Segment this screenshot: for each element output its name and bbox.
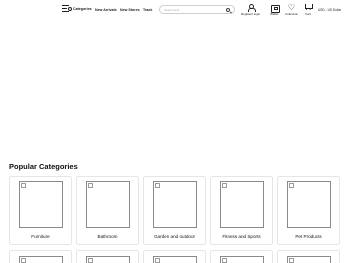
category-image (220, 181, 264, 228)
currency-selector[interactable]: USD - US Dollar (318, 8, 341, 12)
nav-track[interactable]: Track (143, 8, 152, 12)
category-image (287, 256, 331, 263)
cart-label: Cart (305, 12, 311, 16)
category-image (287, 181, 331, 228)
category-image (19, 181, 63, 228)
category-card-garden[interactable]: Garden and outdoor (143, 176, 206, 245)
category-image (153, 256, 197, 263)
cart-link[interactable]: Cart (304, 3, 313, 16)
popular-categories-title: Popular Categories (9, 162, 78, 171)
category-card-pet-products[interactable]: Pet Products (277, 176, 340, 245)
wallet-icon (270, 3, 280, 13)
category-card-fitness[interactable]: Fitness and Sports (210, 176, 273, 245)
category-image (19, 256, 63, 263)
account-label: Register/ login (241, 12, 261, 16)
categories-menu-icon (62, 4, 72, 13)
categories-label: Categories (73, 6, 92, 11)
category-card[interactable] (9, 250, 72, 263)
wallet-label: Wallet (270, 12, 279, 16)
category-image (153, 181, 197, 228)
category-label: Furniture (31, 234, 50, 239)
category-image (86, 181, 130, 228)
search-icon[interactable] (225, 7, 230, 12)
category-label: Fitness and Sports (222, 234, 261, 239)
category-label: Bathroom (97, 234, 118, 239)
category-card[interactable] (143, 250, 206, 263)
heart-icon: ♡ (287, 2, 296, 12)
nav-new-arrivals[interactable]: New Arrivals (95, 8, 117, 12)
category-label: Garden and outdoor (153, 234, 196, 239)
account-link[interactable]: Register/ login (241, 3, 260, 16)
collection-link[interactable]: ♡ Collection (285, 3, 298, 16)
site-header: Categories New Arrivals New Stores Track… (0, 0, 350, 20)
user-icon (247, 3, 256, 12)
search-input[interactable]: Search text (159, 5, 235, 14)
category-card[interactable] (210, 250, 273, 263)
categories-button[interactable]: Categories (62, 4, 92, 13)
category-label: Pet Products (295, 234, 322, 239)
category-card[interactable] (76, 250, 139, 263)
category-card[interactable] (277, 250, 340, 263)
category-image (86, 256, 130, 263)
collection-label: Collection (285, 12, 299, 16)
nav-new-stores[interactable]: New Stores (120, 8, 140, 12)
wallet-link[interactable]: Wallet (270, 3, 280, 16)
search-placeholder: Search text (164, 8, 180, 12)
category-card-furniture[interactable]: Furniture (9, 176, 72, 245)
category-image (220, 256, 264, 263)
cart-icon (304, 3, 313, 11)
category-card-bathroom[interactable]: Bathroom (76, 176, 139, 245)
